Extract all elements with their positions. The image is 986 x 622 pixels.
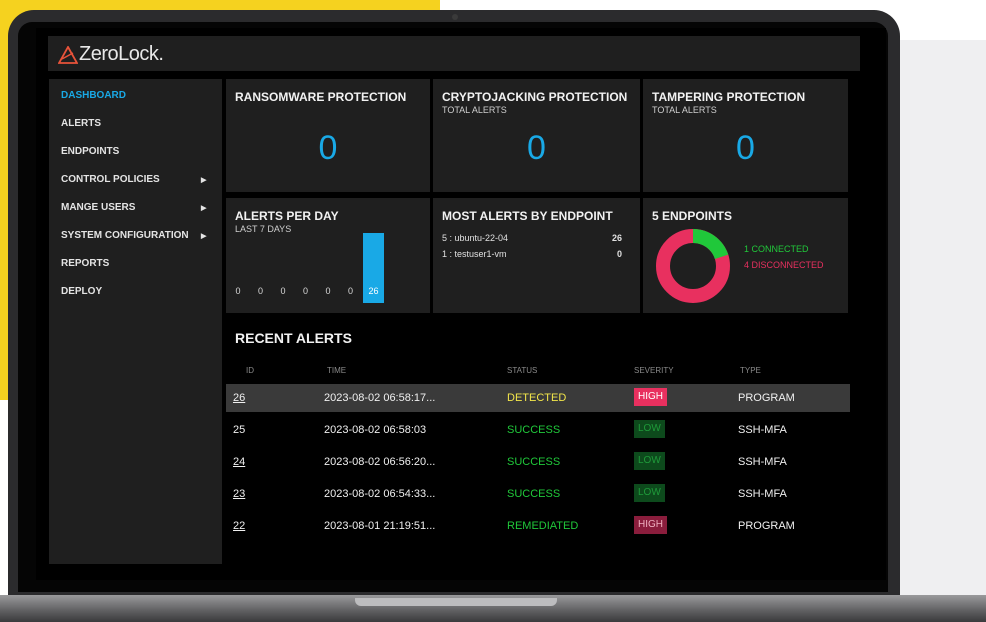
alerts-per-day-card[interactable]: ALERTS PER DAY LAST 7 DAYS 0 0 0 0 0 0 26: [226, 198, 430, 313]
tampering-card[interactable]: TAMPERING PROTECTION TOTAL ALERTS 0: [643, 79, 848, 192]
cryptojacking-count: 0: [527, 129, 546, 167]
alert-time: 2023-08-02 06:58:03: [324, 424, 427, 436]
sidebar-item-system-configuration[interactable]: SYSTEM CONFIGURATION ▶: [61, 230, 211, 241]
alert-id-link[interactable]: 23: [233, 488, 245, 500]
sidebar-item-alerts[interactable]: ALERTS: [61, 118, 211, 129]
alert-time: 2023-08-02 06:54:33...: [324, 488, 436, 500]
severity-badge: LOW: [634, 420, 665, 438]
table-row[interactable]: 24 2023-08-02 06:56:20... SUCCESS LOW SSH-MF…: [226, 448, 850, 476]
sidebar-item-label: ALERTS: [61, 118, 101, 129]
laptop-notch: [355, 598, 557, 606]
sidebar: DASHBOARD ALERTS ENDPOINTS CONTROL POLIC…: [49, 79, 222, 564]
bar-value-label: 0: [302, 286, 308, 296]
column-header-type[interactable]: TYPE: [740, 366, 761, 375]
severity-badge: HIGH: [634, 388, 667, 406]
app-name: ZeroLock.: [79, 43, 164, 65]
sidebar-item-deploy[interactable]: DEPLOY: [61, 286, 211, 297]
cryptojacking-card[interactable]: CRYPTOJACKING PROTECTION TOTAL ALERTS 0: [433, 79, 640, 192]
column-header-severity[interactable]: SEVERITY: [634, 366, 674, 375]
app-screen: ZeroLock. DASHBOARD ALERTS ENDPOINTS CON…: [36, 28, 886, 580]
tampering-count: 0: [736, 129, 755, 167]
bar-value-label: 0: [325, 286, 331, 296]
card-title: ALERTS PER DAY: [235, 209, 339, 223]
sidebar-item-label: MANGE USERS: [61, 202, 136, 213]
bar-value-label: 26: [368, 286, 379, 296]
alert-status: DETECTED: [507, 392, 567, 404]
sidebar-item-reports[interactable]: REPORTS: [61, 258, 211, 269]
sidebar-item-label: CONTROL POLICIES: [61, 174, 160, 185]
sidebar-item-manage-users[interactable]: MANGE USERS ▶: [61, 202, 211, 213]
sidebar-item-endpoints[interactable]: ENDPOINTS: [61, 146, 211, 157]
endpoint-count: 0: [616, 249, 622, 259]
alert-time: 2023-08-01 21:19:51...: [324, 520, 436, 532]
table-row[interactable]: 23 2023-08-02 06:54:33... SUCCESS LOW SSH-MF…: [226, 480, 850, 508]
connected-legend: 1 CONNECTED: [744, 244, 809, 254]
alert-status: SUCCESS: [507, 424, 561, 436]
endpoint-name: 1 : testuser1-vm: [442, 249, 507, 259]
endpoints-donut: [656, 229, 730, 303]
alert-type: PROGRAM: [738, 392, 795, 404]
severity-badge: LOW: [634, 484, 665, 502]
most-alerts-card[interactable]: MOST ALERTS BY ENDPOINT 5 : ubuntu-22-04…: [433, 198, 640, 313]
card-title: RANSOMWARE PROTECTION: [235, 90, 407, 104]
bar-value-label: 0: [347, 286, 353, 296]
card-title: TAMPERING PROTECTION: [652, 90, 806, 104]
top-bar: ZeroLock.: [48, 36, 860, 71]
endpoint-count: 26: [611, 233, 622, 243]
alert-id-link[interactable]: 24: [233, 456, 245, 468]
card-title: MOST ALERTS BY ENDPOINT: [442, 209, 613, 223]
alert-status: SUCCESS: [507, 456, 561, 468]
zerolock-logo-icon: [58, 45, 78, 64]
alert-time: 2023-08-02 06:58:17...: [324, 392, 436, 404]
alert-id-link[interactable]: 22: [233, 520, 245, 532]
column-header-id[interactable]: ID: [246, 366, 254, 375]
camera-icon: [452, 14, 458, 20]
card-subtitle: TOTAL ALERTS: [442, 105, 507, 115]
sidebar-item-control-policies[interactable]: CONTROL POLICIES ▶: [61, 174, 211, 185]
severity-badge: HIGH: [634, 516, 667, 534]
endpoints-card[interactable]: 5 ENDPOINTS 1 CONNECTED 4 DISCONNECTED: [643, 198, 848, 313]
alert-id-link[interactable]: 26: [233, 392, 245, 404]
card-title: 5 ENDPOINTS: [652, 209, 733, 223]
triangle-right-icon: ▶: [201, 204, 207, 212]
endpoint-name: 5 : ubuntu-22-04: [442, 233, 509, 243]
alert-id-link[interactable]: 25: [233, 424, 245, 436]
alert-type: SSH-MFA: [738, 488, 787, 500]
alert-status: SUCCESS: [507, 488, 561, 500]
card-subtitle: LAST 7 DAYS: [235, 224, 292, 234]
table-row[interactable]: 26 2023-08-02 06:58:17... DETECTED HIGH PROG…: [226, 384, 850, 412]
column-header-time[interactable]: TIME: [327, 366, 346, 375]
recent-alerts-title: RECENT ALERTS: [235, 330, 352, 346]
alert-type: SSH-MFA: [738, 424, 787, 436]
ransomware-count: 0: [318, 129, 338, 167]
alert-type: PROGRAM: [738, 520, 795, 532]
card-title: CRYPTOJACKING PROTECTION: [442, 90, 628, 104]
sidebar-item-label: DEPLOY: [61, 286, 103, 297]
card-subtitle: TOTAL ALERTS: [652, 105, 717, 115]
table-row[interactable]: 22 2023-08-01 21:19:51... REMEDIATED HIGH PR…: [226, 512, 850, 540]
alert-status: REMEDIATED: [507, 520, 579, 532]
severity-badge: LOW: [634, 452, 665, 470]
bar-value-label: 0: [257, 286, 263, 296]
ransomware-card[interactable]: RANSOMWARE PROTECTION 0: [226, 79, 430, 192]
endpoint-row[interactable]: 1 : testuser1-vm 0: [442, 249, 622, 259]
sidebar-item-label: DASHBOARD: [61, 90, 126, 101]
endpoint-row[interactable]: 5 : ubuntu-22-04 26: [442, 233, 622, 243]
triangle-right-icon: ▶: [201, 176, 207, 184]
table-row[interactable]: 25 2023-08-02 06:58:03 SUCCESS LOW SSH-MFA: [226, 416, 850, 444]
sidebar-item-label: ENDPOINTS: [61, 146, 120, 157]
sidebar-item-label: REPORTS: [61, 258, 110, 269]
column-header-status[interactable]: STATUS: [507, 366, 537, 375]
alert-type: SSH-MFA: [738, 456, 787, 468]
logo[interactable]: ZeroLock.: [58, 43, 164, 66]
bar-value-label: 0: [280, 286, 286, 296]
triangle-right-icon: ▶: [201, 232, 207, 240]
sidebar-item-label: SYSTEM CONFIGURATION: [61, 230, 189, 241]
alert-time: 2023-08-02 06:56:20...: [324, 456, 436, 468]
bar-value-label: 0: [235, 286, 241, 296]
disconnected-legend: 4 DISCONNECTED: [744, 260, 824, 270]
sidebar-item-dashboard[interactable]: DASHBOARD: [61, 90, 211, 101]
